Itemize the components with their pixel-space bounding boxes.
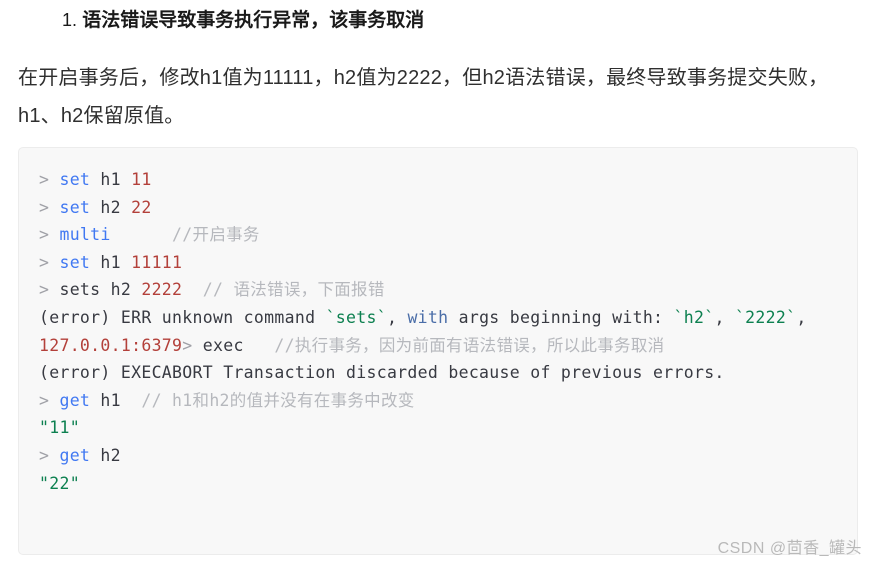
- code-token-with: with: [407, 307, 449, 327]
- code-line: > get h2: [39, 442, 857, 470]
- code-token-key: h2: [110, 280, 132, 300]
- code-line: > set h2 22: [39, 194, 857, 222]
- code-line: > get h1 // h1和h2的值并没有在事务中改变: [39, 387, 857, 415]
- code-line: (error) EXECABORT Transaction discarded …: [39, 359, 857, 387]
- code-token-prompt: >: [39, 197, 60, 217]
- code-token-str: `2222`: [734, 307, 797, 327]
- code-lines: > set h1 11 > set h2 22 > multi //开启事务 > se…: [39, 166, 857, 497]
- code-token-cmd: set: [59, 252, 91, 272]
- code-token-prompt: >: [39, 390, 60, 410]
- code-token-key: h1: [100, 390, 121, 410]
- heading-number: 1.: [62, 10, 78, 30]
- article-page: 1. 语法错误导致事务执行异常，该事务取消 在开启事务后，修改h1值为11111…: [0, 0, 876, 566]
- code-line: > sets h2 2222 // 语法错误，下面报错: [39, 276, 857, 304]
- code-token-key: h2: [100, 197, 121, 217]
- code-token-cmd: multi: [59, 225, 111, 245]
- code-token-comment: //开启事务: [172, 225, 260, 245]
- code-block: > set h1 11 > set h2 22 > multi //开启事务 > se…: [18, 147, 858, 555]
- code-token-cmd: set: [59, 197, 91, 217]
- code-token-cmd: get: [59, 445, 91, 465]
- code-token-plain: ,: [386, 307, 408, 327]
- code-token-num: 22: [131, 197, 152, 217]
- code-token-num: 2222: [141, 280, 183, 300]
- code-token-key: h2: [100, 445, 121, 465]
- code-token-host: 127.0.0.1:6379: [39, 335, 183, 355]
- code-line: > set h1 11: [39, 166, 857, 194]
- code-token-plain: args beginning with:: [448, 307, 674, 327]
- code-token-str: "11": [39, 418, 80, 438]
- code-token-prompt: >: [39, 170, 60, 189]
- code-token-plain: (error) EXECABORT Transaction discarded …: [39, 363, 725, 383]
- code-token-prompt: >: [39, 280, 60, 300]
- code-token-str: `sets`: [325, 307, 387, 327]
- code-token-num: 11: [131, 170, 152, 189]
- code-content: > set h1 11 > set h2 22 > multi //开启事务 > se…: [39, 166, 857, 497]
- csdn-watermark: CSDN @茴香_罐头: [717, 540, 862, 557]
- code-line: "22": [39, 470, 857, 498]
- code-line: (error) ERR unknown command `sets`, with…: [39, 304, 857, 332]
- code-token-plain: (error) ERR unknown command: [39, 307, 326, 327]
- code-token-prompt: >: [39, 252, 60, 272]
- code-token-comment: //执行事务，因为前面有语法错误，所以此事务取消: [274, 335, 665, 355]
- code-token-prompt: >: [39, 225, 60, 245]
- page-title: 1. 语法错误导致事务执行异常，该事务取消: [0, 0, 876, 35]
- heading-text: 语法错误导致事务执行异常，该事务取消: [82, 10, 425, 31]
- intro-paragraph: 在开启事务后，修改h1值为11111，h2值为2222，但h2语法错误，最终导致…: [18, 67, 829, 127]
- code-token-plain: exec: [202, 335, 244, 355]
- code-token-cmd: set: [59, 170, 91, 189]
- code-line: > multi //开启事务: [39, 221, 857, 249]
- code-token-prompt: >: [182, 335, 203, 355]
- code-token-plain: ,: [796, 307, 807, 327]
- code-line: 127.0.0.1:6379> exec //执行事务，因为前面有语法错误，所以…: [39, 332, 857, 360]
- code-token-num: 11111: [131, 252, 183, 272]
- code-token-cmd: get: [59, 390, 91, 410]
- code-line: > set h1 11111: [39, 249, 857, 277]
- code-line: "11": [39, 414, 857, 442]
- code-token-str: "22": [39, 473, 80, 493]
- code-token-comment: // h1和h2的值并没有在事务中改变: [141, 390, 415, 410]
- code-token-plain: ,: [714, 307, 735, 327]
- code-token-key: h1: [100, 252, 121, 272]
- code-token-comment: // 语法错误，下面报错: [202, 280, 385, 300]
- code-token-prompt: >: [39, 445, 60, 465]
- code-token-key: h1: [100, 170, 121, 189]
- code-token-str: `h2`: [673, 307, 715, 327]
- code-token-plain: sets: [59, 280, 111, 300]
